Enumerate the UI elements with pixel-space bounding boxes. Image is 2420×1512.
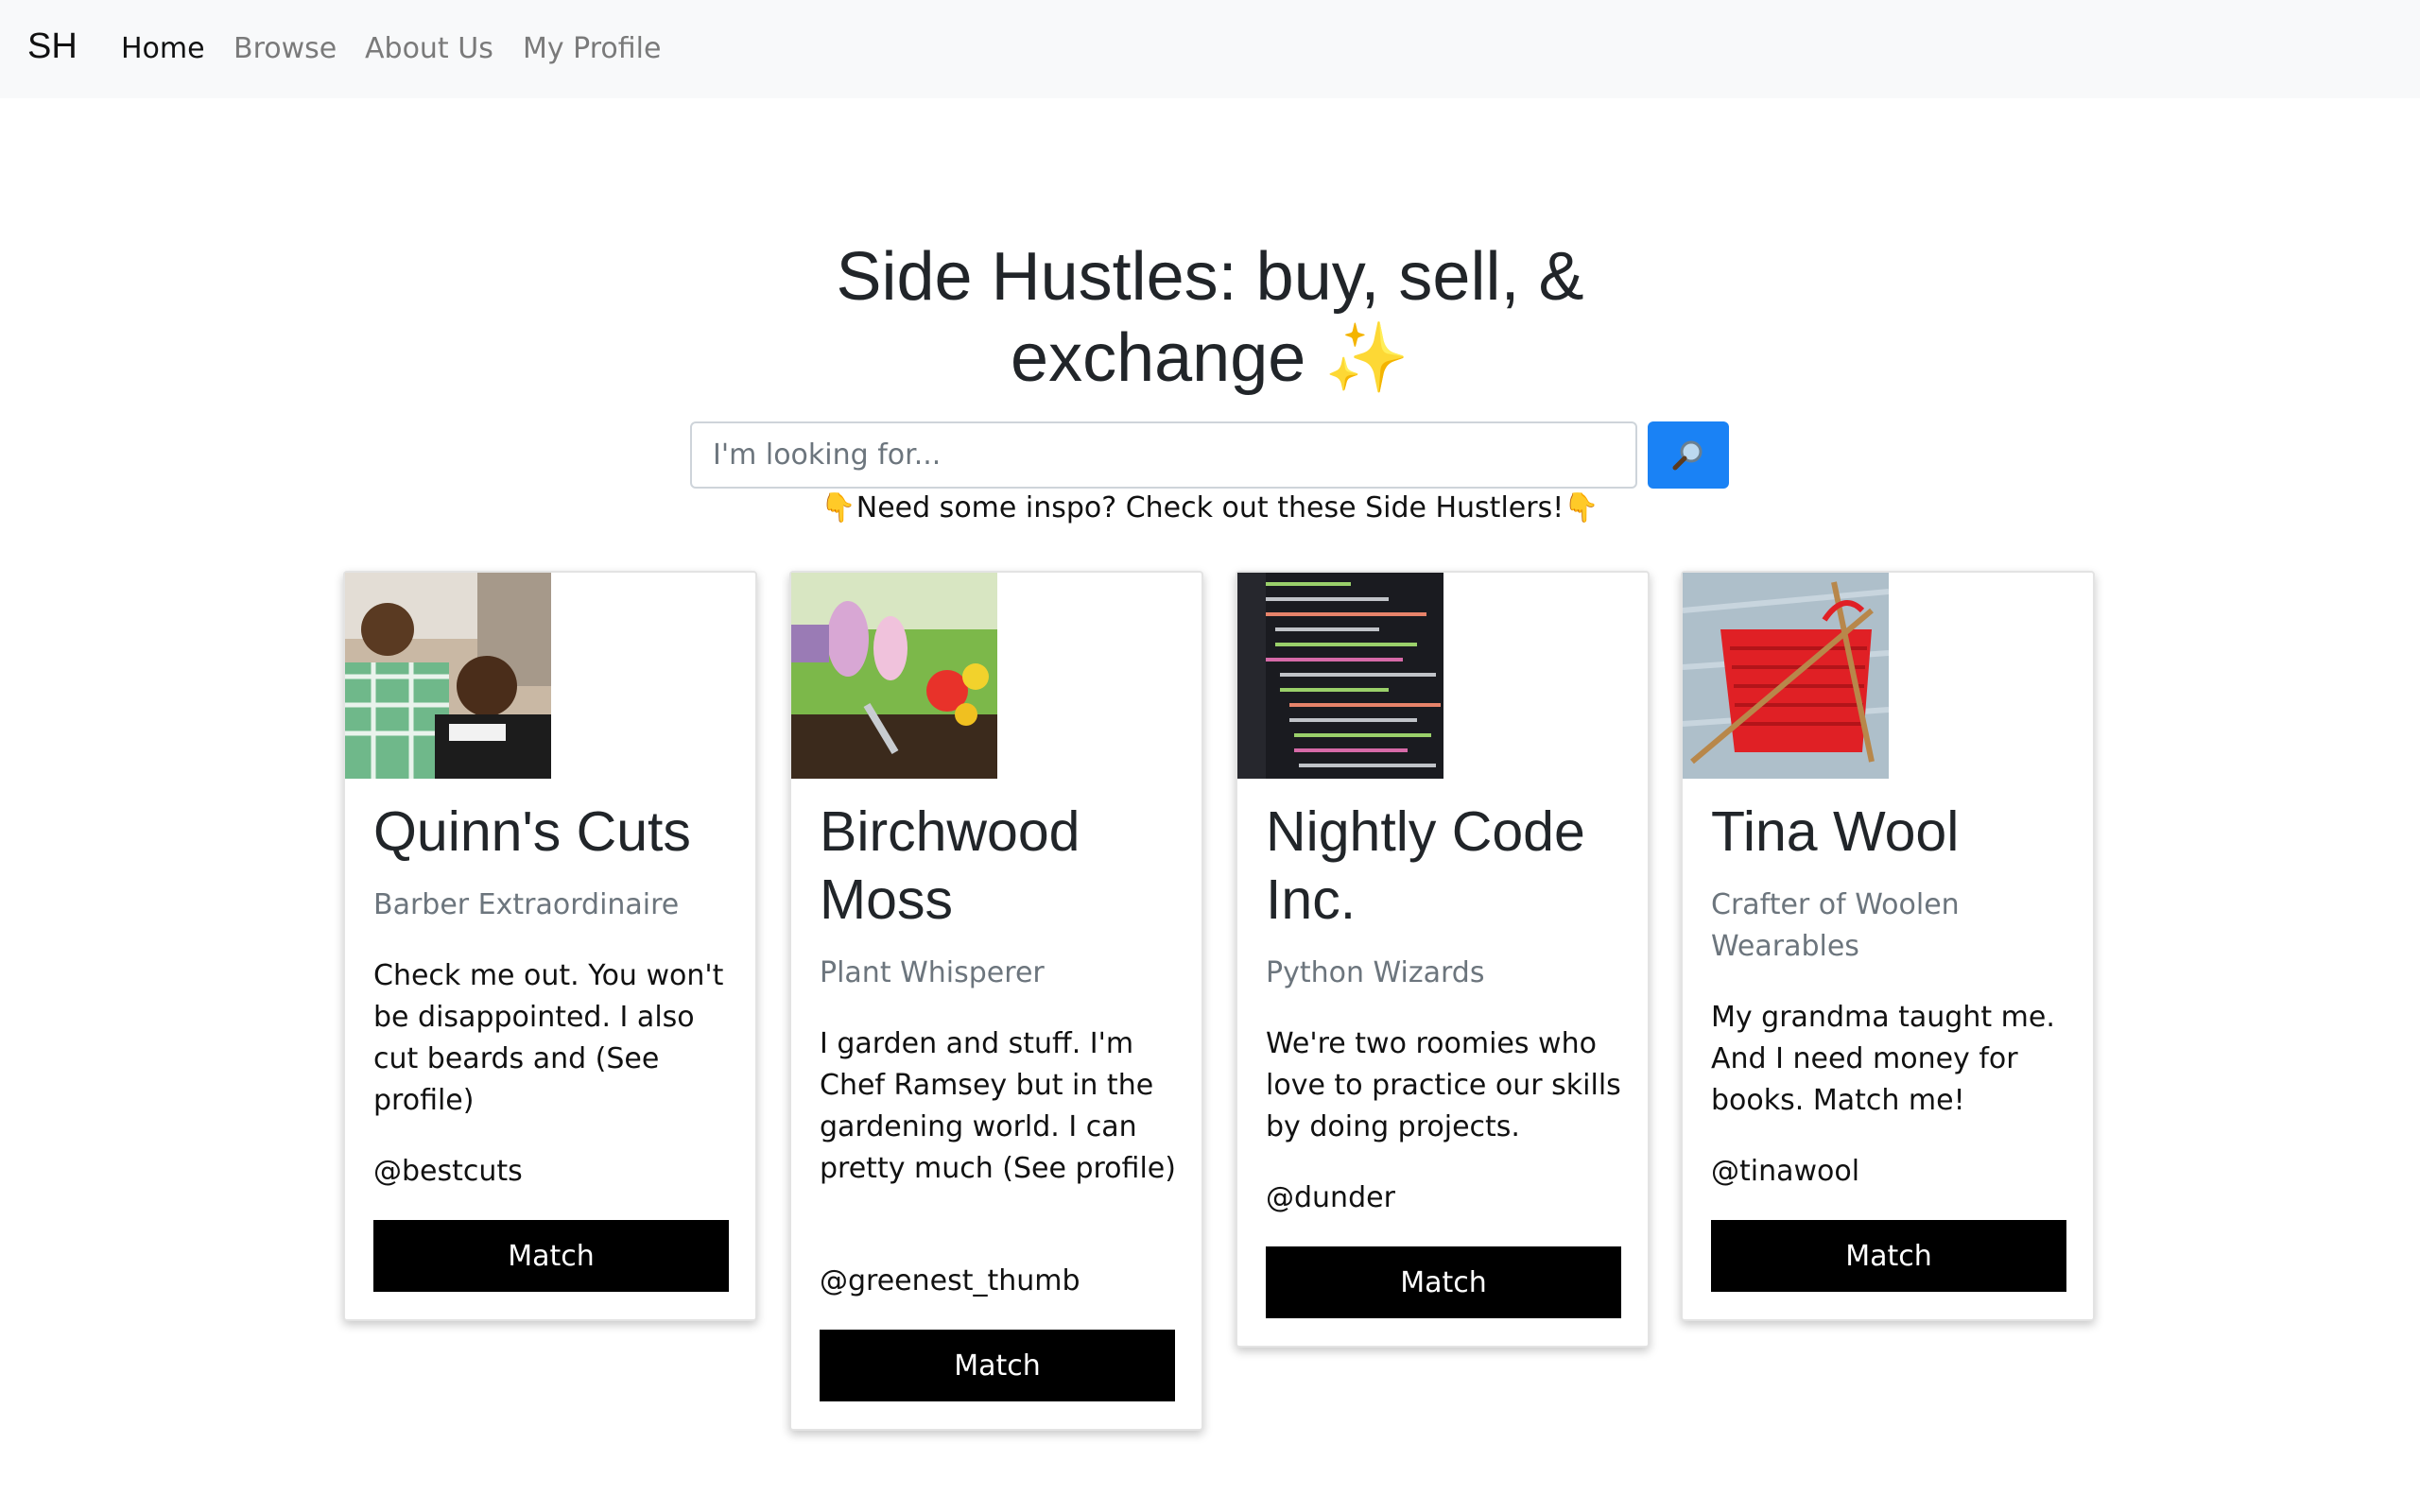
hustler-card: Quinn's Cuts Barber Extraordinaire Check… xyxy=(343,571,757,1321)
card-title: Birchwood Moss xyxy=(820,800,1080,931)
card-subtitle: Plant Whisperer xyxy=(820,956,1045,989)
nav-my-profile[interactable]: My Profile xyxy=(523,32,661,65)
nav-browse[interactable]: Browse xyxy=(233,32,337,65)
card-image-garden xyxy=(791,573,997,779)
card-description: Check me out. You won't be disappointed.… xyxy=(373,959,724,1117)
card-subtitle: Python Wizards xyxy=(1266,956,1485,989)
card-subtitle: Barber Extraordinaire xyxy=(373,888,680,921)
card-image-knitting xyxy=(1683,573,1889,779)
pointing-down-icon: 👇 xyxy=(1564,491,1599,524)
card-subtitle: Crafter of Woolen Wearables xyxy=(1711,888,1960,963)
page-title-line1: Side Hustles: buy, sell, & xyxy=(836,239,1584,315)
page-title-line2: exchange ✨ xyxy=(1011,320,1409,396)
nav-about-us[interactable]: About Us xyxy=(365,32,493,65)
brand-logo[interactable]: SH xyxy=(27,26,78,67)
sparkles-icon: ✨ xyxy=(1324,320,1409,396)
card-description: I garden and stuff. I'm Chef Ramsey but … xyxy=(820,1027,1176,1185)
hustler-card: Tina Wool Crafter of Woolen Wearables My… xyxy=(1681,571,2095,1321)
hustler-card: Nightly Code Inc. Python Wizards We're t… xyxy=(1236,571,1650,1348)
card-handle: @tinawool xyxy=(1711,1155,1860,1188)
card-image-code xyxy=(1237,573,1443,779)
card-handle: @greenest_thumb xyxy=(820,1264,1080,1297)
match-button[interactable]: Match xyxy=(373,1220,729,1292)
magnifying-glass-icon xyxy=(1672,440,1703,470)
match-button[interactable]: Match xyxy=(820,1330,1175,1401)
navbar: SH Home Browse About Us My Profile xyxy=(0,0,2420,98)
match-button[interactable]: Match xyxy=(1711,1220,2066,1292)
hustler-card: Birchwood Moss Plant Whisperer I garden … xyxy=(789,571,1203,1431)
search-button[interactable] xyxy=(1648,421,1729,489)
card-title: Nightly Code Inc. xyxy=(1266,800,1585,931)
match-button[interactable]: Match xyxy=(1266,1246,1621,1318)
card-description: My grandma taught me. And I need money f… xyxy=(1711,1001,2055,1117)
nav-home[interactable]: Home xyxy=(121,32,205,65)
card-description: We're two roomies who love to practice o… xyxy=(1266,1027,1621,1143)
card-title: Quinn's Cuts xyxy=(373,800,691,863)
card-handle: @dunder xyxy=(1266,1181,1395,1214)
page-title: Side Hustles: buy, sell, & exchange ✨ xyxy=(737,236,1683,399)
card-handle: @bestcuts xyxy=(373,1155,523,1188)
card-title: Tina Wool xyxy=(1711,800,1960,863)
pointing-down-icon: 👇 xyxy=(821,491,856,524)
card-image-barbers xyxy=(345,573,551,779)
search-input[interactable] xyxy=(690,421,1637,489)
inspo-text: 👇Need some inspo? Check out these Side H… xyxy=(821,491,1599,524)
